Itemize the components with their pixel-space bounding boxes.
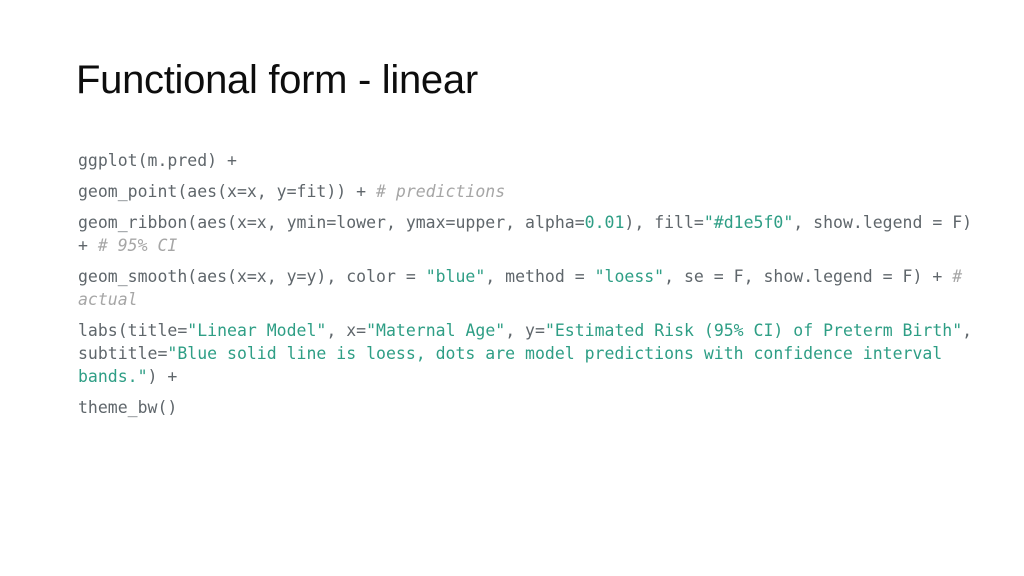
code-token-plain: labs( (78, 321, 128, 340)
code-token-plain: geom_smooth(aes(x=x, y=y), color = (78, 267, 426, 286)
page-title: Functional form - linear (76, 58, 478, 102)
code-token-comment: # 95% CI (97, 236, 178, 255)
code-token-plain: geom_ribbon(aes(x=x, ymin=lower, ymax=up… (78, 213, 585, 232)
code-token-plain: ggplot(m.pred) + (78, 151, 237, 170)
code-token-string: "Estimated Risk (95% CI) of Preterm Birt… (544, 321, 963, 340)
code-token-string: "Maternal Age" (366, 321, 506, 340)
code-token-number: 0.01 (584, 213, 625, 232)
code-token-plain: , method = (485, 267, 595, 286)
code-line: labs(title="Linear Model", x="Maternal A… (78, 319, 978, 388)
slide-canvas: Functional form - linear ggplot(m.pred) … (0, 0, 1024, 576)
code-line: geom_point(aes(x=x, y=fit)) + # predicti… (78, 180, 978, 203)
code-token-plain: ) + (147, 367, 178, 386)
code-token-plain: theme_bw() (78, 398, 178, 417)
code-token-string: "Blue solid line is loess, dots are mode… (78, 344, 953, 386)
code-block: ggplot(m.pred) + geom_point(aes(x=x, y=fi… (78, 149, 978, 419)
code-token-comment: # predictions (376, 182, 506, 201)
code-line: theme_bw() (78, 396, 978, 419)
code-line: geom_smooth(aes(x=x, y=y), color = "blue… (78, 265, 978, 311)
code-token-plain: geom_point(aes(x=x, y=fit)) + (78, 182, 377, 201)
code-token-plain: , x= (326, 321, 367, 340)
code-token-plain: , se = F, show.legend = F) + (664, 267, 953, 286)
code-token-plain: , y= (505, 321, 545, 340)
code-line: ggplot(m.pred) + (78, 149, 978, 172)
code-token-plain: = (177, 321, 188, 340)
code-token-argument: title (127, 321, 178, 340)
code-token-string: "#d1e5f0" (703, 213, 794, 232)
code-token-plain: ), fill= (624, 213, 704, 232)
code-token-string: "blue" (425, 267, 486, 286)
code-token-string: "loess" (594, 267, 665, 286)
code-line: geom_ribbon(aes(x=x, ymin=lower, ymax=up… (78, 211, 978, 257)
code-token-string: "Linear Model" (187, 321, 327, 340)
